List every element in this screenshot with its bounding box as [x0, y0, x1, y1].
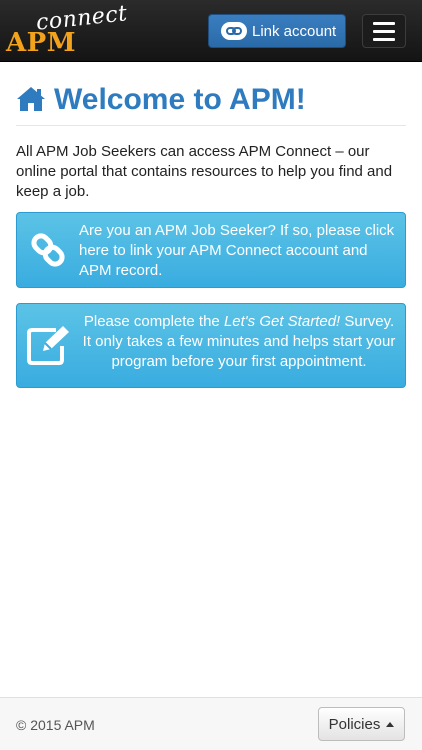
hamburger-icon-bar — [373, 37, 395, 41]
hamburger-menu-button[interactable] — [362, 14, 406, 48]
policies-dropup-button[interactable]: Policies — [318, 707, 405, 741]
caret-up-icon — [386, 721, 395, 727]
survey-alert[interactable]: Please complete the Let's Get Started! S… — [16, 303, 406, 388]
survey-alert-text: Please complete the Let's Get Started! S… — [79, 312, 399, 372]
logo-apm-text: APM — [6, 28, 77, 58]
link-icon — [221, 22, 247, 40]
link-record-alert[interactable]: Are you an APM Job Seeker? If so, please… — [16, 212, 406, 288]
link-account-button[interactable]: Link account — [208, 14, 346, 48]
intro-text: All APM Job Seekers can access APM Conne… — [16, 143, 393, 200]
hamburger-icon-bar — [373, 29, 395, 33]
policies-label: Policies — [328, 715, 381, 733]
page-header: Welcome to APM! — [16, 82, 406, 126]
top-navbar: connect APM Link account — [0, 0, 422, 62]
survey-name: Let's Get Started! — [223, 313, 341, 330]
link-icon — [31, 233, 65, 267]
footer: © 2015 APM Policies — [0, 697, 422, 750]
edit-icon — [27, 326, 69, 365]
link-record-alert-text: Are you an APM Job Seeker? If so, please… — [79, 222, 395, 279]
link-account-label: Link account — [252, 22, 337, 40]
page-title: Welcome to APM! — [54, 83, 306, 116]
apm-connect-logo[interactable]: connect APM — [6, 1, 129, 58]
hamburger-icon-bar — [373, 21, 395, 25]
home-icon — [17, 87, 45, 111]
copyright-text: © 2015 APM — [16, 717, 95, 733]
survey-text-before: Please complete the — [83, 313, 224, 330]
